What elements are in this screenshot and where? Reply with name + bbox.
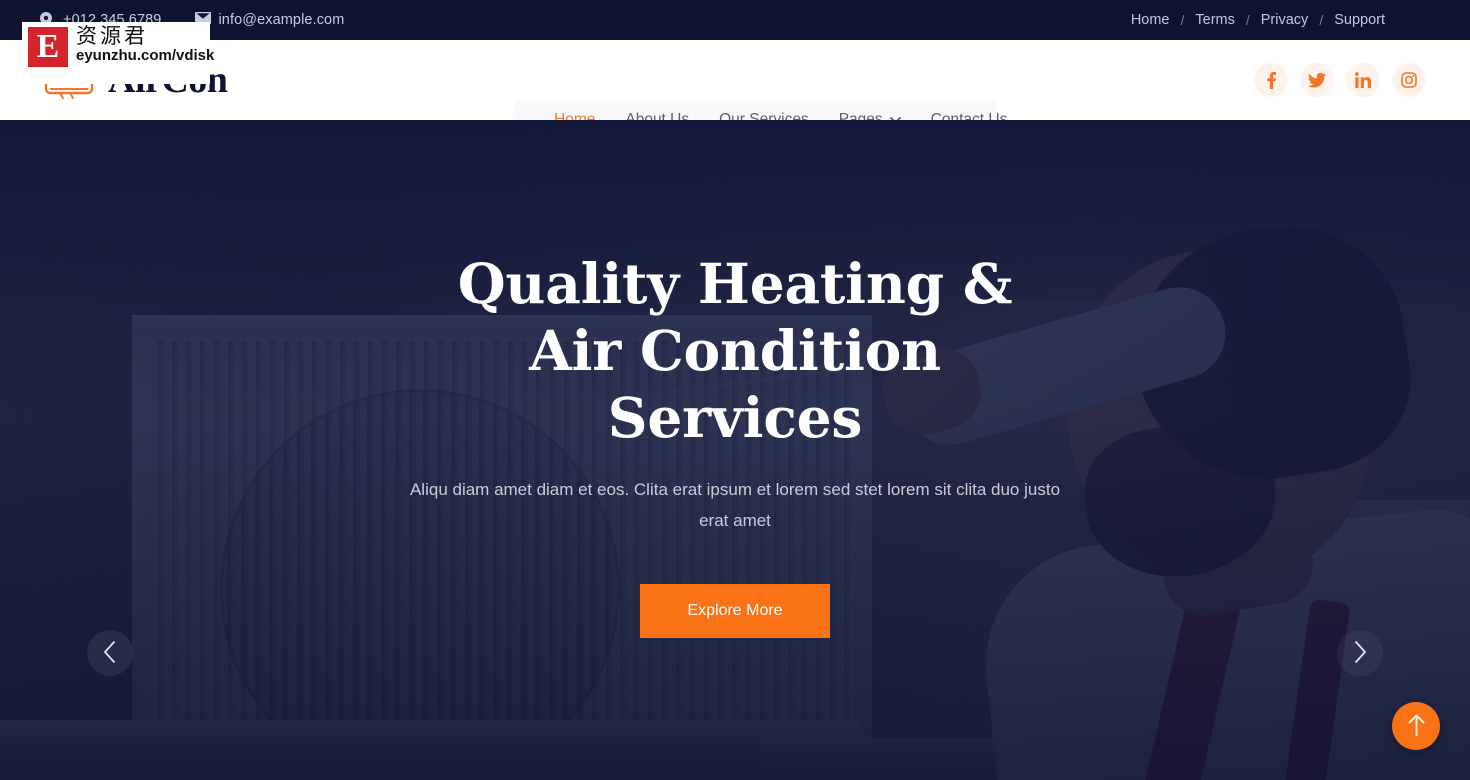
watermark-badge-letter: E <box>36 28 60 65</box>
watermark-chinese-text: 资源君 <box>76 24 148 48</box>
hero-content: Quality Heating & Air Condition Services… <box>0 120 1470 780</box>
topbar-link-home[interactable]: Home <box>1120 12 1181 28</box>
top-bar-links: Home / Terms / Privacy / Support <box>1120 12 1446 28</box>
watermark-badge-icon: E <box>26 25 70 69</box>
back-to-top-button[interactable] <box>1392 702 1440 750</box>
arrow-up-icon <box>1408 714 1425 739</box>
instagram-icon[interactable] <box>1392 63 1426 97</box>
hero-title: Quality Heating & Air Condition Services <box>457 251 1013 451</box>
hero-carousel: Quality Heating & Air Condition Services… <box>0 120 1470 780</box>
watermark-overlay: E 资源君 eyunzhu.com/vdisk <box>22 22 214 84</box>
facebook-icon[interactable] <box>1254 63 1288 97</box>
linkedin-icon[interactable] <box>1346 63 1380 97</box>
topbar-link-terms[interactable]: Terms <box>1184 12 1245 28</box>
explore-more-button[interactable]: Explore More <box>640 583 830 638</box>
social-links <box>1254 63 1426 97</box>
chevron-left-icon <box>103 640 117 666</box>
hero-subtitle: Aliqu diam amet diam et eos. Clita erat … <box>409 480 1061 530</box>
chevron-right-icon <box>1353 640 1367 666</box>
watermark-url: eyunzhu.com/vdisk <box>76 46 215 64</box>
carousel-next-button[interactable] <box>1337 630 1383 676</box>
top-bar: +012 345 6789 info@example.com Home / Te… <box>0 0 1470 40</box>
twitter-icon[interactable] <box>1300 63 1334 97</box>
email-contact[interactable]: info@example.com <box>195 12 344 28</box>
main-navbar: AirCon Home About Us Our Services Pages … <box>0 40 1470 139</box>
topbar-link-support[interactable]: Support <box>1323 12 1396 28</box>
topbar-link-privacy[interactable]: Privacy <box>1250 12 1320 28</box>
email-text: info@example.com <box>218 12 345 28</box>
carousel-prev-button[interactable] <box>87 630 133 676</box>
